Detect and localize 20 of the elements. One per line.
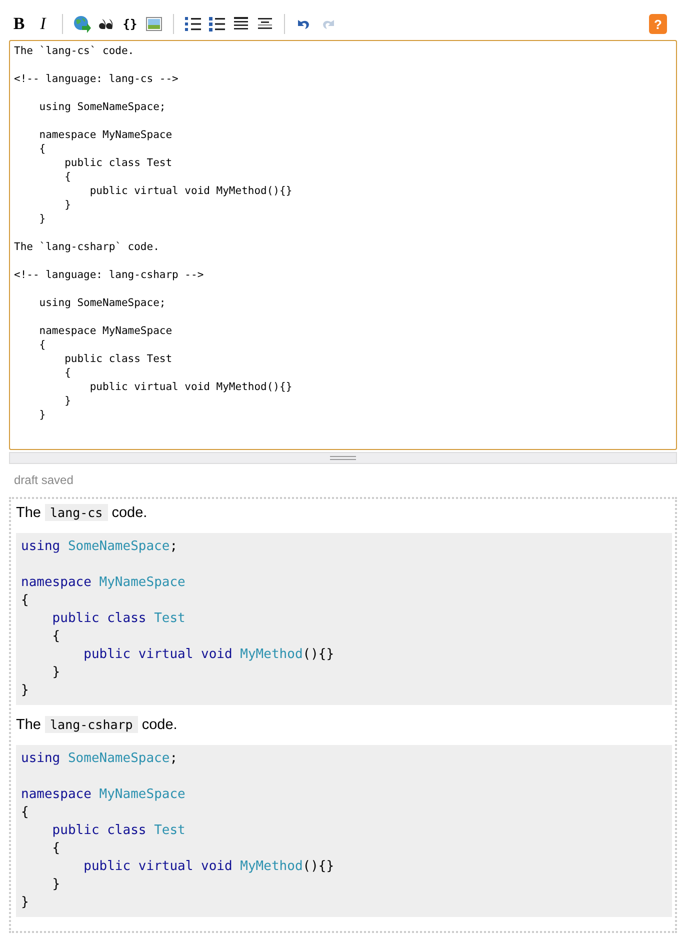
horizontal-rule-icon (258, 16, 272, 32)
redo-icon (321, 18, 335, 30)
undo-icon (297, 18, 311, 30)
globe-icon (73, 15, 91, 33)
image-button[interactable] (144, 14, 164, 34)
code-block: using SomeNameSpace; namespace MyNameSpace { public class Test { public virtual void MyMethod(){} } } (16, 745, 672, 917)
numbered-list-button[interactable] (183, 14, 203, 34)
italic-button[interactable]: I (33, 14, 53, 34)
quote-icon (99, 18, 113, 30)
code-block: using SomeNameSpace; namespace MyNameSpace { public class Test { public virtual void MyMethod(){} } } (16, 533, 672, 705)
image-icon (146, 17, 162, 31)
editor-field[interactable]: The `lang-cs` code. <!-- language: lang-cs --> using SomeNameSpace; namespace MyNameSpace { public class Test { public virtual void MyMethod(){} } } The `lang-csharp` code. <!-- language: lang-csharp --> using SomeNameSpace; namespace MyNameSpace { public class Test { public virtual void MyMethod(){} } } (9, 40, 677, 450)
resize-handle[interactable] (9, 452, 677, 464)
bulleted-list-button[interactable] (207, 14, 227, 34)
preview-paragraph: The lang-cs code. (16, 503, 148, 523)
preview-paragraph: The lang-csharp code. (16, 715, 178, 735)
code-button[interactable]: {} (120, 14, 140, 34)
draft-status: draft saved (13, 472, 74, 489)
bold-button[interactable]: B (9, 14, 29, 34)
bulleted-list-icon (209, 16, 225, 32)
